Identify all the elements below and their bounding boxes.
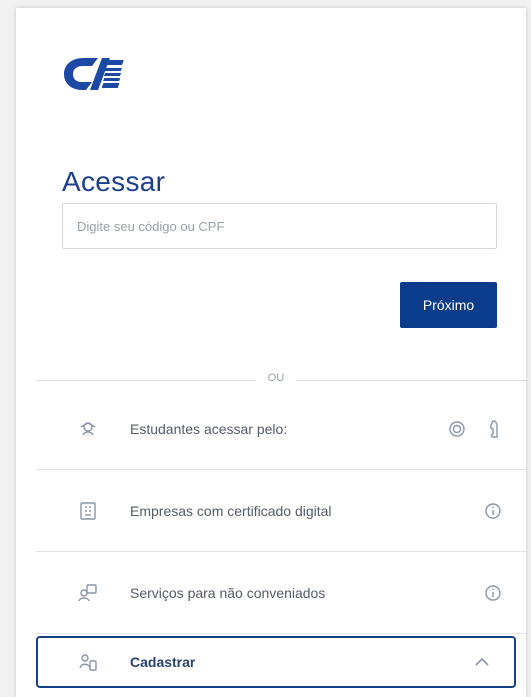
register-row[interactable]: Cadastrar (36, 636, 516, 688)
services-non-partner-label: Serviços para não conveniados (130, 584, 326, 601)
student-icon (76, 417, 100, 441)
globe-icon[interactable] (448, 420, 466, 438)
divider-label: OU (256, 372, 296, 384)
building-icon (76, 499, 100, 523)
companies-certificate-row[interactable]: Empresas com certificado digital (36, 470, 526, 552)
info-icon[interactable] (484, 502, 502, 520)
ciee-logo (62, 54, 132, 94)
services-non-partner-row[interactable]: Serviços para não conveniados (36, 552, 526, 634)
register-label: Cadastrar (130, 654, 196, 670)
info-icon[interactable] (484, 584, 502, 602)
thumb-icon[interactable] (488, 419, 502, 439)
next-button[interactable]: Próximo (400, 282, 497, 328)
services-icon (76, 581, 100, 605)
register-icon (76, 650, 100, 674)
students-access-label: Estudantes acessar pelo: (130, 420, 288, 437)
code-or-cpf-input[interactable] (62, 203, 497, 249)
companies-certificate-label: Empresas com certificado digital (130, 502, 332, 519)
students-access-row[interactable]: Estudantes acessar pelo: (36, 388, 526, 470)
login-panel: Acessar Próximo OU Estudantes acessar pe… (16, 8, 526, 697)
chevron-up-icon[interactable] (474, 657, 490, 667)
page-title: Acessar (62, 166, 166, 197)
